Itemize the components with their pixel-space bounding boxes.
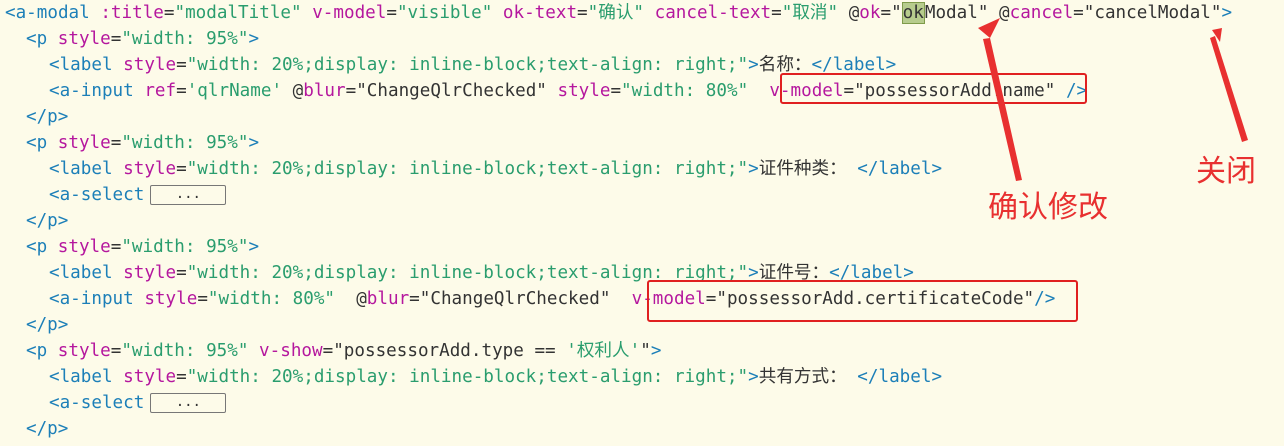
close-arrow: [1210, 28, 1248, 142]
close-annotation-label: 关闭: [1196, 154, 1256, 189]
confirm-arrow: [978, 18, 1022, 181]
confirm-annotation-label: 确认修改: [988, 190, 1108, 225]
